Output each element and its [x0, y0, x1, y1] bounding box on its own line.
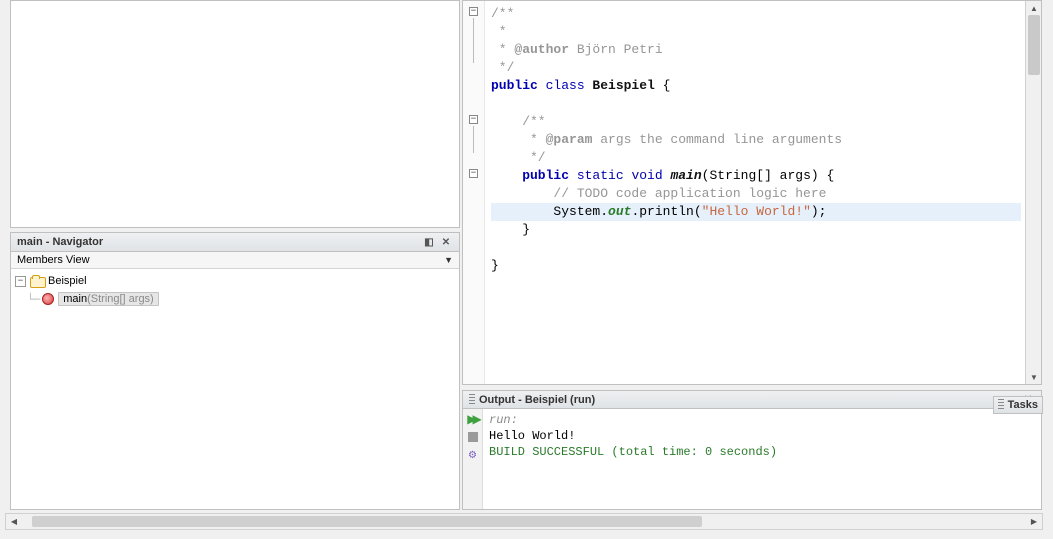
code-text: @author: [514, 42, 569, 57]
projects-panel-empty: [10, 0, 460, 228]
class-icon: [30, 275, 44, 287]
navigator-title: main - Navigator: [17, 236, 103, 248]
tree-node-class[interactable]: − Beispiel: [15, 272, 455, 290]
navigator-tree: − Beispiel └─ main(String[] args): [11, 269, 459, 311]
code-text: }: [491, 258, 499, 273]
scroll-down-icon[interactable]: ▼: [1026, 370, 1042, 384]
scroll-right-icon[interactable]: ▶: [1026, 514, 1042, 529]
code-text: static: [569, 168, 631, 183]
code-text: /**: [491, 6, 514, 21]
code-text: *: [491, 132, 546, 147]
editor-scrollbar[interactable]: ▲ ▼: [1025, 1, 1041, 384]
fold-toggle[interactable]: −: [469, 115, 478, 124]
tree-branch-icon: └─: [27, 293, 40, 306]
console-line: Hello World!: [489, 428, 1035, 444]
members-view-label: Members View: [17, 254, 90, 266]
tree-method-args: (String[] args): [87, 293, 154, 305]
collapse-icon[interactable]: −: [15, 276, 26, 287]
fold-line: [473, 18, 474, 63]
code-text: }: [491, 222, 530, 237]
close-icon[interactable]: ✕: [439, 235, 453, 249]
members-view-dropdown[interactable]: Members View ▼: [11, 252, 459, 269]
code-text: Beispiel: [592, 78, 654, 93]
tree-method-label: main: [63, 293, 87, 305]
code-text: (String[] args) {: [702, 168, 835, 183]
output-panel: Output - Beispiel (run) ▭ ✕ ▶▶ ⚙ run: He…: [462, 390, 1042, 510]
gear-icon: ⚙: [468, 450, 477, 461]
output-toolbar: ▶▶ ⚙: [463, 409, 483, 509]
grip-icon: [998, 399, 1004, 411]
code-text: class: [538, 78, 593, 93]
rerun-button[interactable]: ▶▶: [466, 412, 480, 426]
navigator-header: main - Navigator ◧ ✕: [11, 233, 459, 252]
output-title: Output - Beispiel (run): [479, 394, 595, 406]
output-header: Output - Beispiel (run) ▭ ✕: [463, 391, 1041, 409]
fold-line: [473, 126, 474, 153]
code-text: void: [631, 168, 670, 183]
scroll-up-icon[interactable]: ▲: [1026, 1, 1042, 15]
chevron-down-icon: ▼: [444, 255, 453, 265]
output-console[interactable]: run: Hello World! BUILD SUCCESSFUL (tota…: [483, 409, 1041, 509]
fold-gutter: − − −: [463, 1, 485, 384]
code-text: args the command line arguments: [592, 132, 842, 147]
fold-toggle[interactable]: −: [469, 169, 478, 178]
code-text: *: [491, 24, 507, 39]
navigator-panel: main - Navigator ◧ ✕ Members View ▼ − Be…: [10, 232, 460, 510]
method-icon: [42, 293, 54, 305]
code-text: *: [491, 42, 514, 57]
console-line: run:: [489, 412, 1035, 428]
scroll-thumb[interactable]: [32, 516, 702, 527]
code-text: public: [491, 168, 569, 183]
tab-tasks[interactable]: Tasks: [993, 396, 1043, 414]
scroll-track[interactable]: [22, 514, 1026, 529]
tree-node-method[interactable]: └─ main(String[] args): [15, 290, 455, 308]
code-editor[interactable]: − − − /** * * @author Björn Petri */ pub…: [462, 0, 1042, 385]
code-text: public: [491, 78, 538, 93]
tasks-label: Tasks: [1008, 399, 1038, 411]
console-line: BUILD SUCCESSFUL (total time: 0 seconds): [489, 444, 1035, 460]
code-text: */: [491, 60, 514, 75]
code-text: /**: [491, 114, 546, 129]
horizontal-scrollbar[interactable]: ◀ ▶: [5, 513, 1043, 530]
code-text: main: [670, 168, 701, 183]
code-text: "Hello World!": [702, 204, 811, 219]
settings-button[interactable]: ⚙: [466, 448, 480, 462]
scroll-thumb[interactable]: [1028, 15, 1040, 75]
pin-icon[interactable]: ◧: [422, 235, 436, 249]
code-text: out: [608, 204, 631, 219]
code-text: */: [491, 150, 546, 165]
play-icon: ▶▶: [467, 412, 477, 426]
stop-button[interactable]: [466, 430, 480, 444]
fold-toggle[interactable]: −: [469, 7, 478, 16]
code-text: .println(: [631, 204, 701, 219]
code-text: @param: [546, 132, 593, 147]
stop-icon: [468, 432, 478, 442]
code-text: // TODO code application logic here: [491, 186, 826, 201]
code-text: Björn Petri: [569, 42, 663, 57]
code-text: System.: [491, 204, 608, 219]
code-text: {: [655, 78, 671, 93]
tree-class-label: Beispiel: [48, 275, 87, 287]
grip-icon[interactable]: [469, 394, 475, 406]
code-text: );: [811, 204, 827, 219]
scroll-left-icon[interactable]: ◀: [6, 514, 22, 529]
